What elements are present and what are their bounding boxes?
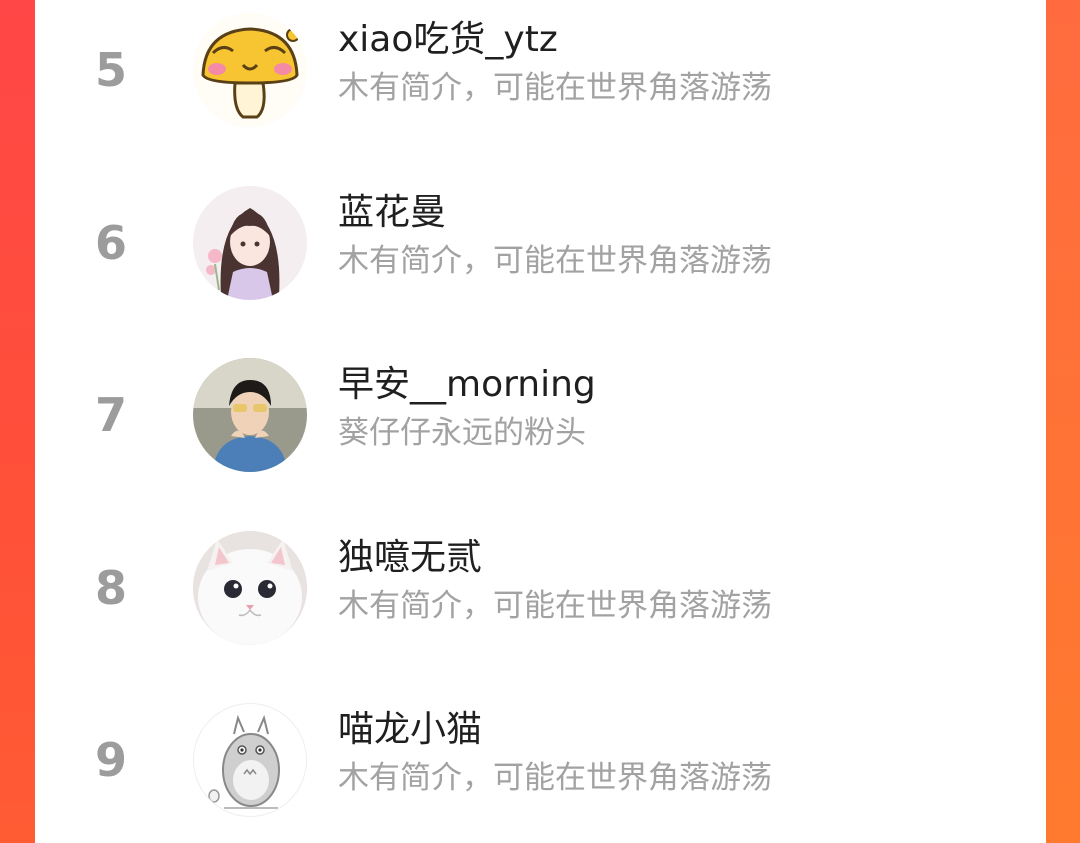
mushroom-cartoon-avatar[interactable] (193, 13, 307, 127)
user-bio: 木有简介，可能在世界角落游荡 (338, 588, 772, 624)
user-name[interactable]: 独噫无贰 (338, 536, 482, 580)
rank-number: 5 (95, 43, 128, 97)
totoro-sketch-avatar[interactable] (193, 703, 307, 817)
rank-number: 8 (95, 561, 128, 615)
list-item[interactable]: 8 独噫无贰 木有简介，可能在世界角落游荡 (35, 518, 1046, 658)
list-item[interactable]: 5 xiao吃货_ytz 木有简介，可能在世界角落游荡 (35, 0, 1046, 140)
user-bio: 木有简介，可能在世界角落游荡 (338, 243, 772, 279)
user-name[interactable]: 早安__morning (338, 363, 596, 407)
boy-photo-avatar[interactable] (193, 358, 307, 472)
rank-number: 9 (95, 733, 128, 787)
user-bio: 木有简介，可能在世界角落游荡 (338, 70, 772, 106)
list-item[interactable]: 9 喵龙小猫 木有简介，可能在世界角落游荡 (35, 690, 1046, 830)
rank-number: 6 (95, 216, 128, 270)
user-name[interactable]: 喵龙小猫 (338, 708, 482, 752)
user-name[interactable]: 蓝花曼 (338, 191, 446, 235)
list-item[interactable]: 7 早安__morning 葵仔仔永远的粉头 (35, 345, 1046, 485)
ranking-list: 5 xiao吃货_ytz 木有简介，可能在世界角落游荡 6 蓝花曼 木有简介，可… (35, 0, 1046, 843)
white-cat-avatar[interactable] (193, 531, 307, 645)
user-bio: 葵仔仔永远的粉头 (338, 415, 586, 451)
left-background-edge (0, 0, 35, 843)
list-item[interactable]: 6 蓝花曼 木有简介，可能在世界角落游荡 (35, 173, 1046, 313)
user-name[interactable]: xiao吃货_ytz (338, 18, 558, 62)
anime-girl-avatar[interactable] (193, 186, 307, 300)
rank-number: 7 (95, 388, 128, 442)
user-bio: 木有简介，可能在世界角落游荡 (338, 760, 772, 796)
right-background-edge (1046, 0, 1080, 843)
